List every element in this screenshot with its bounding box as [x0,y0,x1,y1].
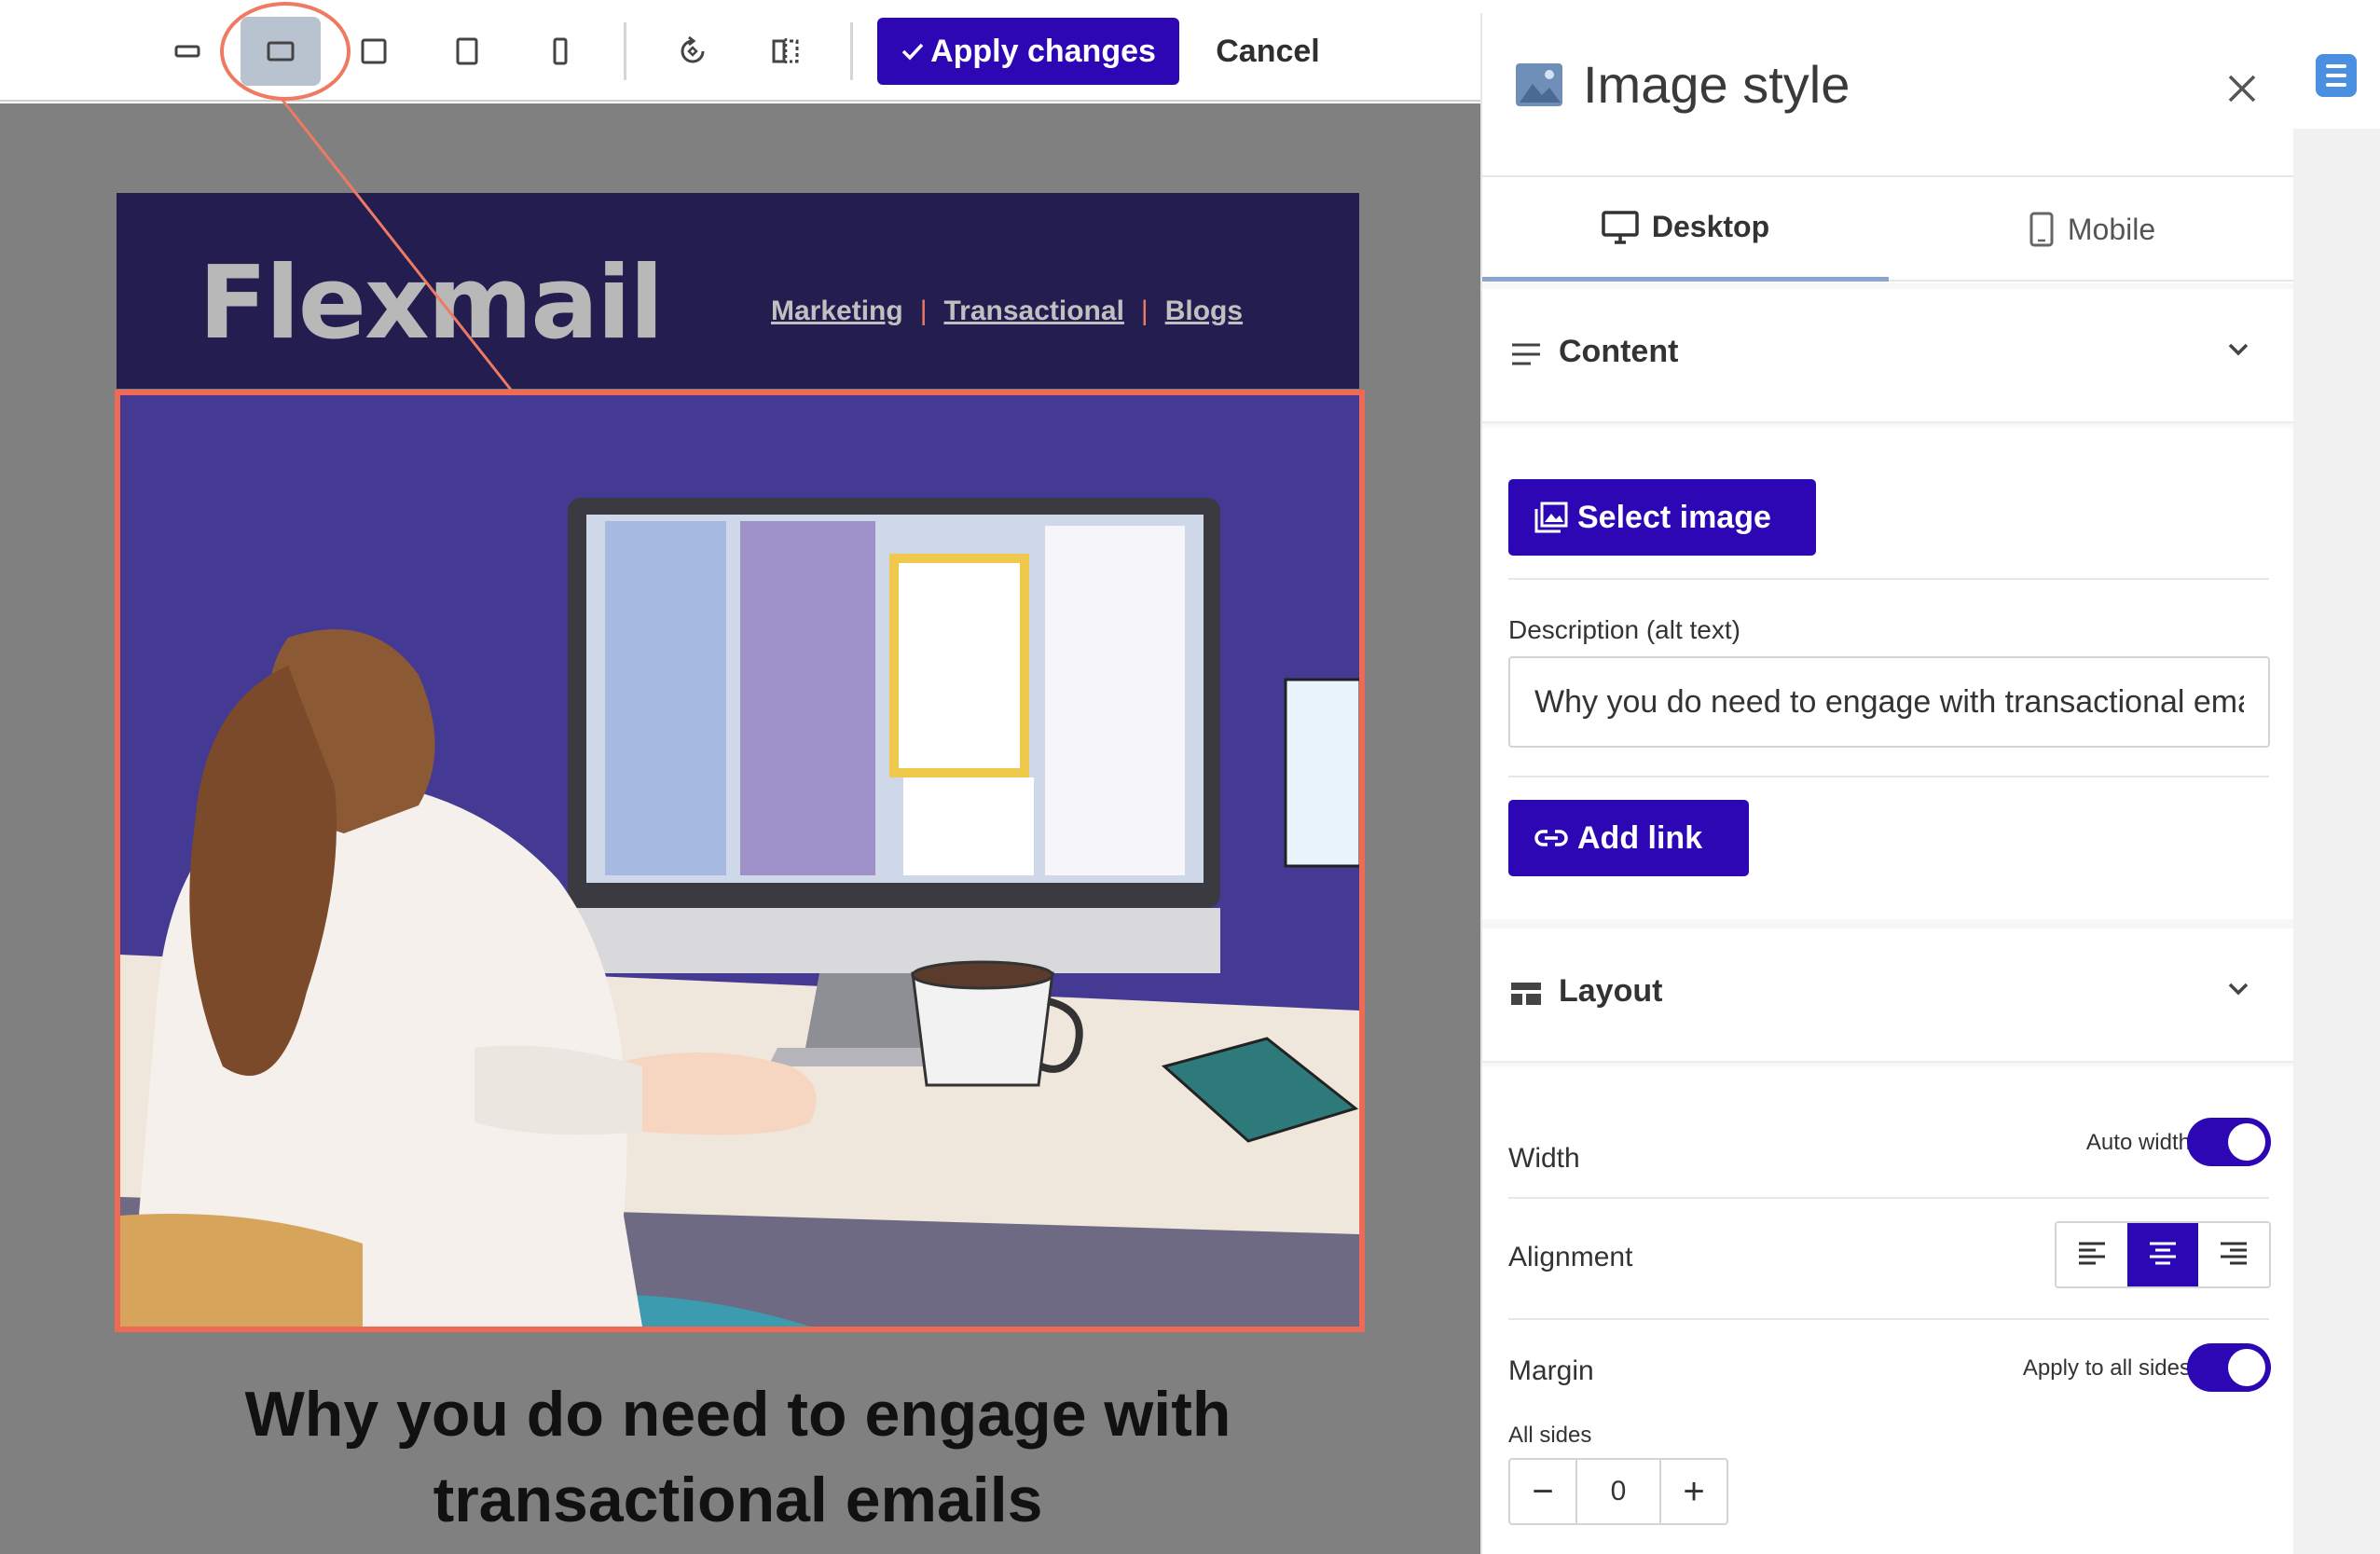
margin-label: Margin [1508,1355,1594,1386]
align-right-button[interactable] [2198,1223,2269,1286]
layout-section-title: Layout [1559,973,1663,1009]
document-icon [2326,74,2346,77]
content-section-header[interactable]: Content [1482,289,2295,423]
alignment-label: Alignment [1508,1242,1633,1272]
layout-section-header[interactable]: Layout [1482,928,2295,1063]
toggle-knob [2228,1123,2265,1161]
all-sides-label: All sides [1508,1423,1592,1448]
apply-all-sides-label: Apply to all sides [2022,1355,2191,1381]
add-link-button[interactable]: Add link [1508,800,1749,876]
alignment-group [2055,1221,2271,1288]
image-icon [1516,63,1562,106]
margin-stepper: − 0 + [1508,1458,1728,1525]
panel-header: Image style [1482,13,2295,177]
email-content: Why you do need to engage with transacti… [117,1332,1359,1554]
add-link-label: Add link [1577,819,1703,856]
divider [1508,578,2269,580]
toggle-knob [2228,1349,2265,1386]
device-tabs: Desktop Mobile [1482,177,2295,282]
select-image-button[interactable]: Select image [1508,479,1816,556]
chevron-down-icon [2228,343,2249,356]
document-icon [2326,64,2346,68]
decrement-button[interactable]: − [1510,1460,1575,1523]
tab-mobile[interactable]: Mobile [1889,177,2295,282]
close-button[interactable] [2219,65,2265,112]
section-spacer [1482,919,2295,928]
tab-desktop[interactable]: Desktop [1482,177,1889,282]
align-right-icon [2221,1242,2247,1265]
alt-text-input[interactable] [1508,656,2270,748]
close-icon [2228,75,2256,103]
hero-image[interactable] [115,390,1365,1332]
highlight-connector [280,98,513,391]
document-button[interactable] [2316,54,2357,97]
panel-title: Image style [1583,55,1850,114]
gallery-icon [1534,502,1568,533]
layout-icon [1511,983,1541,1005]
content-section-title: Content [1559,334,1679,369]
alt-text-label: Description (alt text) [1508,615,1740,644]
link-icon [1534,830,1568,846]
align-left-icon [2079,1242,2105,1265]
image-style-panel: Image style Desktop Mobile Content Selec… [1480,13,2295,1554]
divider [1508,776,2269,777]
align-center-icon [2150,1242,2176,1265]
tab-mobile-label: Mobile [2067,212,2156,246]
chevron-down-icon [2228,983,2249,996]
tab-desktop-label: Desktop [1651,210,1770,243]
side-strip-background [2293,129,2380,1554]
select-image-label: Select image [1577,499,1771,535]
auto-width-label: Auto width [2085,1130,2191,1155]
desktop-icon [1602,210,1639,244]
lines-icon [1512,343,1540,365]
divider [1508,1318,2269,1320]
document-icon [2326,83,2346,87]
align-center-button[interactable] [2127,1223,2198,1286]
margin-value[interactable]: 0 [1575,1460,1661,1523]
hero-illustration [120,395,1359,1327]
divider [1508,1197,2269,1199]
email-headline[interactable]: Why you do need to engage with transacti… [117,1371,1359,1543]
increment-button[interactable]: + [1661,1460,1727,1523]
auto-width-toggle[interactable] [2187,1118,2271,1166]
width-label: Width [1508,1143,1580,1174]
apply-all-sides-toggle[interactable] [2187,1343,2271,1392]
tablet-icon [2029,212,2054,247]
align-left-button[interactable] [2057,1223,2127,1286]
